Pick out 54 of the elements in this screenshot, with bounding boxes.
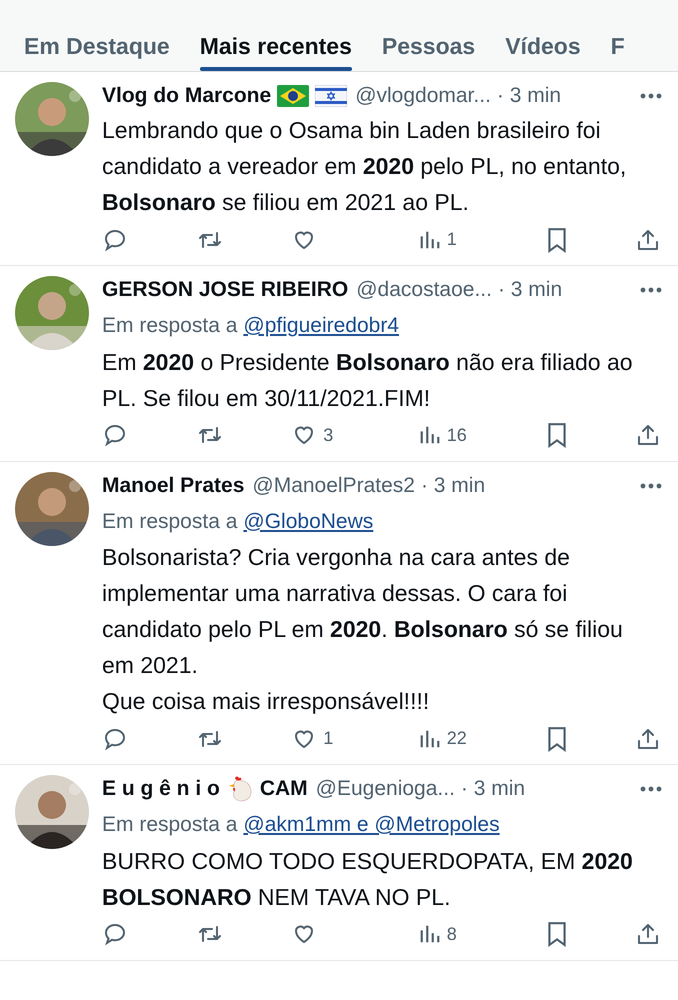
reply-icon[interactable] (102, 423, 128, 447)
timestamp[interactable]: · 3 min (498, 274, 562, 306)
display-name[interactable]: Manoel Prates (102, 470, 244, 502)
tab[interactable]: Em Destaque (24, 0, 170, 71)
display-name[interactable]: GERSON JOSE RIBEIRO (102, 274, 348, 306)
display-name[interactable]: E u g ê n i o (102, 773, 220, 805)
bookmark-icon[interactable] (546, 226, 568, 252)
share-icon[interactable] (636, 726, 660, 750)
more-icon[interactable] (640, 93, 662, 99)
like-count: 3 (323, 424, 334, 446)
reply-context: Em resposta a (102, 313, 238, 339)
reply-icon[interactable] (102, 922, 128, 946)
name-label: CAM (260, 776, 308, 802)
reply-context: Em resposta a (102, 812, 238, 838)
mention-link[interactable]: @akm1mm e @Metropoles (243, 809, 500, 840)
bookmark-icon[interactable] (546, 422, 568, 448)
tab[interactable]: F (610, 0, 625, 71)
mention-link[interactable]: @pfigueiredobr4 (243, 310, 399, 342)
like-count: 1 (323, 727, 334, 750)
more-icon[interactable] (640, 287, 662, 293)
bookmark-icon[interactable] (546, 726, 568, 752)
mention-link[interactable]: @GloboNews (243, 506, 374, 537)
tweet-text: Em 2020 o Presidente Bolsonaro não era filiado ao PL. Se filou em 30/11/2021.FIM! (102, 348, 634, 412)
more-icon[interactable] (640, 482, 662, 488)
view-count: 8 (446, 922, 457, 946)
view-count: 16 (446, 424, 467, 446)
share-icon[interactable] (636, 922, 660, 946)
more-icon[interactable] (640, 786, 662, 792)
tweet-text: BURRO COMO TODO ESQUERDOPATA, EM 2020 BOLSONARO NEM TAVA NO PL. (102, 846, 634, 912)
user-handle[interactable]: @Eugenioga... (316, 773, 455, 805)
user-handle[interactable]: @ManoelPrates2 (252, 470, 415, 502)
tweet-text: Bolsonarista? Cria vergonha na cara antes de implementar uma narrativa dessas. O cara foi candidato pelo PL em 2020. Bolsonaro só se filiou em 2021. Que coisa mais irresponsável!!!! (102, 543, 624, 716)
reply-icon[interactable] (102, 726, 128, 750)
timestamp[interactable]: · 3 min (496, 80, 562, 112)
timestamp[interactable]: · 3 min (460, 773, 526, 805)
share-icon[interactable] (636, 228, 660, 252)
user-handle[interactable]: @vlogdomar... (355, 80, 491, 112)
views-icon[interactable] (418, 424, 441, 446)
share-icon[interactable] (636, 423, 660, 447)
reply-icon[interactable] (102, 228, 128, 252)
tab[interactable]: Vídeos (505, 0, 581, 71)
tab[interactable]: Mais recentes (200, 0, 352, 71)
view-count: 22 (446, 727, 467, 750)
timestamp[interactable]: · 3 min (420, 470, 486, 502)
views-icon[interactable] (418, 923, 441, 945)
tab[interactable]: Pessoas (382, 0, 476, 71)
flag-icon (277, 85, 310, 107)
user-handle[interactable]: @dacostaoe... (356, 274, 492, 306)
reply-context: Em resposta a (102, 508, 238, 534)
bookmark-icon[interactable] (546, 921, 568, 947)
display-name[interactable]: Vlog do Marcone (102, 80, 272, 112)
tweet-text: Lembrando que o Osama bin Laden brasileiro foi candidato a vereador em 2020 pelo PL, no entanto, Bolsonaro se filiou em 2021 ao PL. (102, 116, 628, 217)
flag-icon (315, 85, 348, 107)
view-count: 1 (446, 228, 457, 251)
